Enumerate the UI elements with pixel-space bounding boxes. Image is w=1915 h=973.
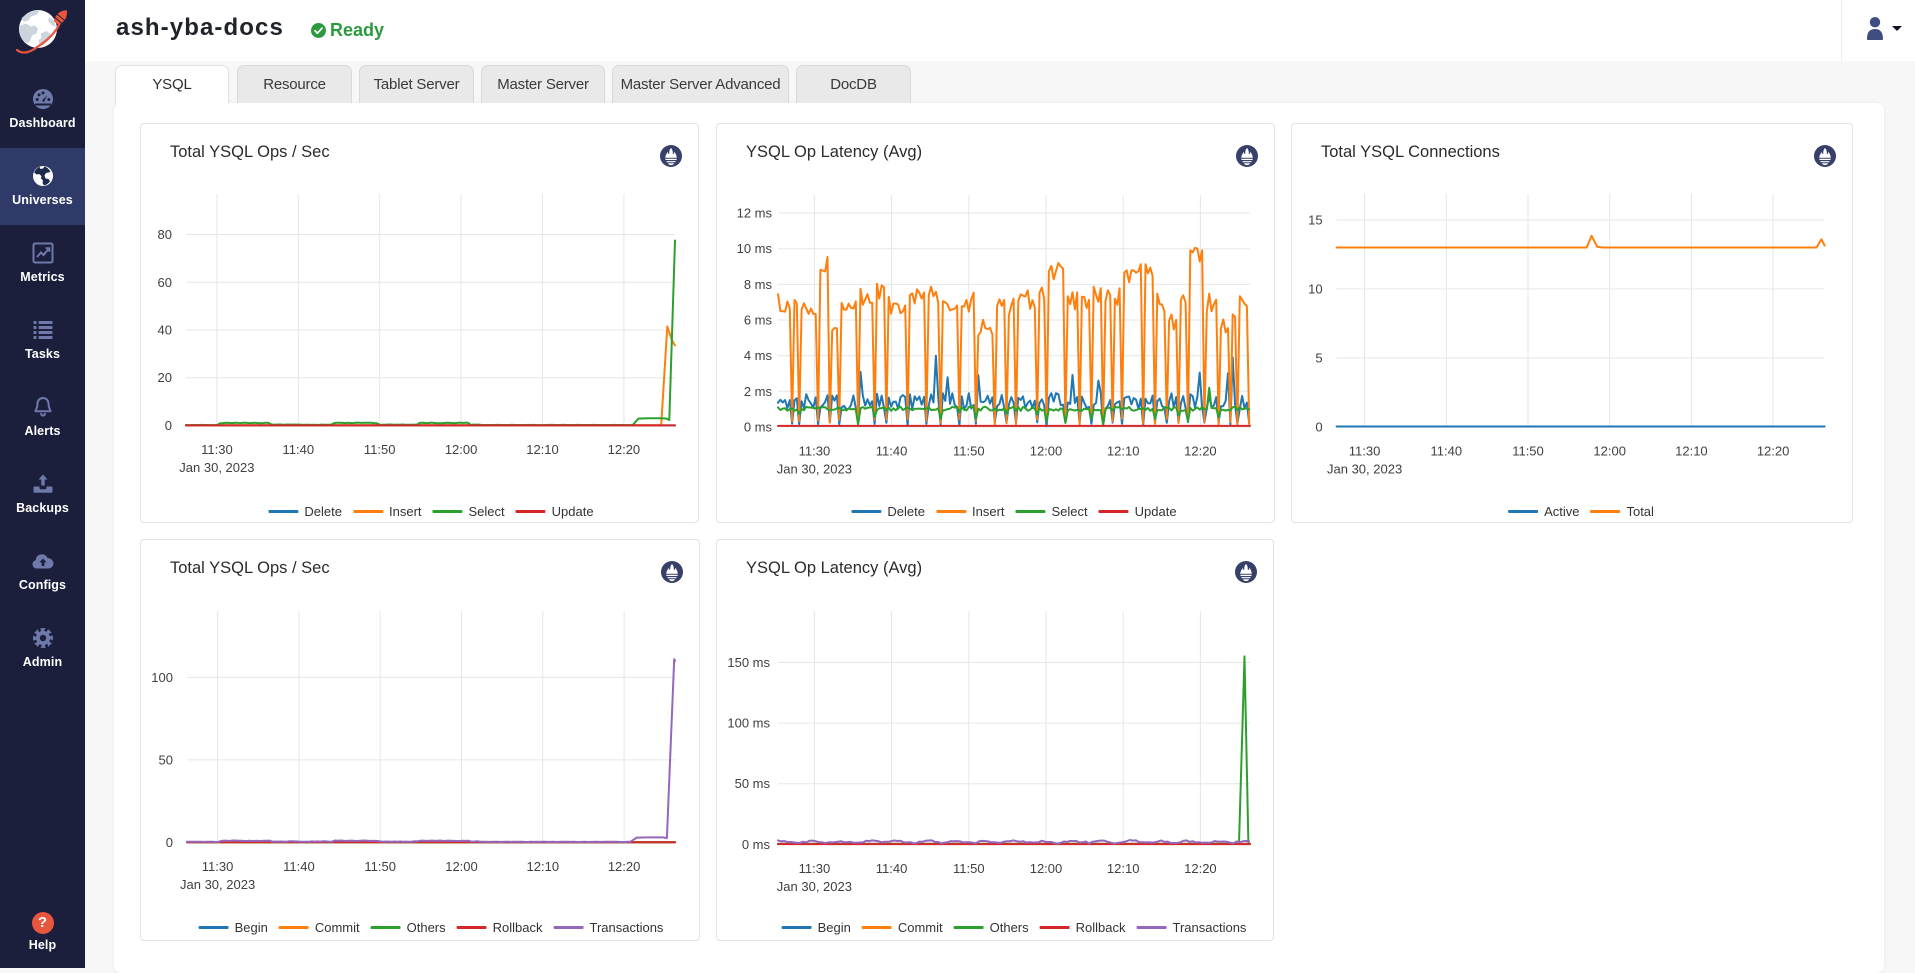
svg-text:12:00: 12:00: [1030, 861, 1063, 876]
svg-text:12:20: 12:20: [608, 859, 641, 874]
svg-text:12:00: 12:00: [1593, 443, 1626, 458]
svg-text:0: 0: [1315, 419, 1322, 434]
svg-text:11:40: 11:40: [876, 861, 908, 876]
svg-text:100: 100: [151, 670, 173, 685]
svg-text:12:00: 12:00: [445, 859, 478, 874]
svg-text:10 ms: 10 ms: [737, 241, 773, 256]
svg-text:150 ms: 150 ms: [727, 655, 770, 670]
svg-text:11:40: 11:40: [1431, 443, 1463, 458]
svg-text:12 ms: 12 ms: [737, 206, 773, 221]
svg-text:12:10: 12:10: [1107, 861, 1140, 876]
svg-text:0: 0: [166, 835, 173, 850]
svg-text:10: 10: [1308, 281, 1322, 296]
svg-text:2 ms: 2 ms: [744, 384, 773, 399]
svg-text:12:10: 12:10: [1107, 444, 1140, 459]
svg-text:12:00: 12:00: [1030, 444, 1063, 459]
svg-text:11:40: 11:40: [876, 444, 908, 459]
svg-text:12:10: 12:10: [527, 859, 560, 874]
svg-text:Jan 30, 2023: Jan 30, 2023: [777, 879, 852, 894]
svg-text:50 ms: 50 ms: [735, 776, 771, 791]
svg-text:12:20: 12:20: [1184, 444, 1217, 459]
svg-text:11:40: 11:40: [283, 442, 315, 457]
svg-text:11:50: 11:50: [953, 444, 985, 459]
svg-text:11:30: 11:30: [799, 444, 831, 459]
svg-text:5: 5: [1315, 350, 1322, 365]
svg-text:Jan 30, 2023: Jan 30, 2023: [1327, 461, 1402, 476]
svg-text:12:10: 12:10: [526, 442, 559, 457]
svg-text:40: 40: [158, 323, 172, 338]
svg-text:4 ms: 4 ms: [744, 348, 773, 363]
svg-text:12:20: 12:20: [1184, 861, 1217, 876]
svg-text:100 ms: 100 ms: [727, 716, 770, 731]
svg-text:6 ms: 6 ms: [744, 313, 773, 328]
svg-text:20: 20: [158, 370, 172, 385]
svg-text:80: 80: [158, 227, 172, 242]
svg-text:50: 50: [159, 752, 173, 767]
svg-text:11:40: 11:40: [283, 859, 315, 874]
svg-text:11:30: 11:30: [201, 442, 233, 457]
svg-text:11:30: 11:30: [799, 861, 831, 876]
svg-text:11:30: 11:30: [202, 859, 234, 874]
svg-text:12:10: 12:10: [1675, 443, 1708, 458]
svg-text:12:20: 12:20: [608, 442, 641, 457]
svg-text:12:00: 12:00: [445, 442, 478, 457]
svg-text:Jan 30, 2023: Jan 30, 2023: [180, 877, 255, 892]
svg-text:15: 15: [1308, 213, 1322, 228]
svg-text:8 ms: 8 ms: [744, 277, 773, 292]
svg-text:11:30: 11:30: [1349, 443, 1381, 458]
svg-text:60: 60: [158, 275, 172, 290]
svg-text:11:50: 11:50: [364, 442, 396, 457]
svg-text:11:50: 11:50: [364, 859, 396, 874]
svg-text:0: 0: [165, 418, 172, 433]
svg-text:0 ms: 0 ms: [744, 420, 773, 435]
svg-text:11:50: 11:50: [1512, 443, 1544, 458]
svg-text:0 ms: 0 ms: [742, 837, 771, 852]
svg-text:12:20: 12:20: [1757, 443, 1790, 458]
svg-text:Jan 30, 2023: Jan 30, 2023: [777, 462, 852, 477]
svg-text:11:50: 11:50: [953, 861, 985, 876]
svg-text:Jan 30, 2023: Jan 30, 2023: [179, 460, 254, 475]
